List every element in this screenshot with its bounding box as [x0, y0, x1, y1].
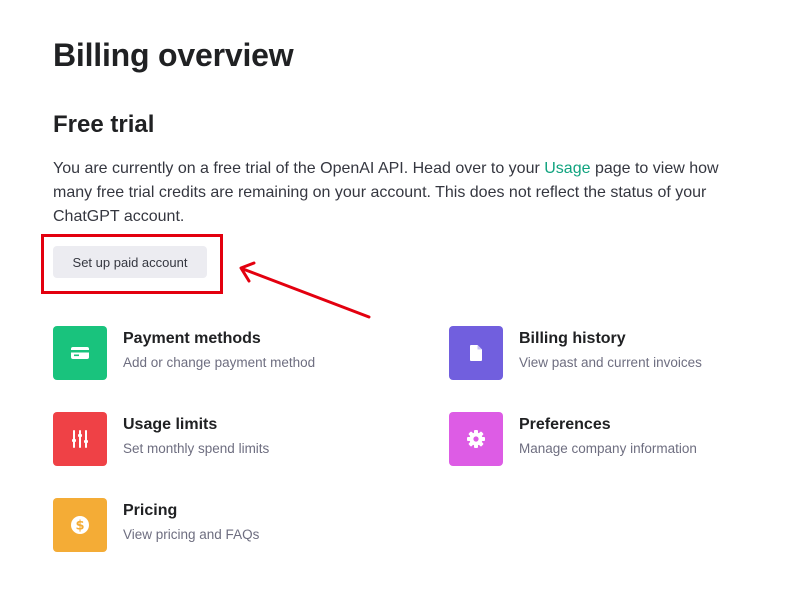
preferences-description: Manage company information	[519, 441, 697, 456]
document-icon	[470, 345, 482, 361]
pricing-card[interactable]: $ Pricing View pricing and FAQs	[53, 498, 373, 552]
pricing-tile: $	[53, 498, 107, 552]
payment-methods-card[interactable]: Payment methods Add or change payment me…	[53, 326, 373, 380]
preferences-card[interactable]: Preferences Manage company information	[449, 412, 769, 466]
preferences-title: Preferences	[519, 416, 611, 433]
page-title: Billing overview	[53, 37, 294, 73]
free-trial-heading: Free trial	[53, 111, 155, 138]
dollar-icon: $	[71, 516, 89, 534]
usage-link[interactable]: Usage	[544, 160, 590, 177]
payment-methods-title: Payment methods	[123, 330, 261, 347]
billing-history-title: Billing history	[519, 330, 626, 347]
payment-methods-tile	[53, 326, 107, 380]
billing-history-description: View past and current invoices	[519, 355, 702, 370]
setup-paid-account-button[interactable]: Set up paid account	[53, 246, 207, 278]
credit-card-icon	[71, 347, 89, 359]
svg-text:$: $	[75, 519, 84, 534]
pricing-description: View pricing and FAQs	[123, 527, 260, 542]
usage-limits-title: Usage limits	[123, 416, 218, 433]
payment-methods-description: Add or change payment method	[123, 355, 316, 370]
billing-history-tile	[449, 326, 503, 380]
billing-history-card[interactable]: Billing history View past and current in…	[449, 326, 769, 380]
trial-text-start: You are currently on a free trial of the…	[53, 160, 545, 177]
preferences-tile	[449, 412, 503, 466]
usage-limits-card[interactable]: Usage limits Set monthly spend limits	[53, 412, 373, 466]
free-trial-description: You are currently on a free trial of the…	[53, 157, 733, 229]
billing-overview-page: Billing overview Free trial You are curr…	[0, 0, 802, 597]
sliders-icon	[72, 430, 88, 448]
usage-limits-description: Set monthly spend limits	[123, 441, 270, 456]
pricing-title: Pricing	[123, 502, 178, 519]
usage-limits-tile	[53, 412, 107, 466]
gear-icon	[467, 430, 485, 448]
